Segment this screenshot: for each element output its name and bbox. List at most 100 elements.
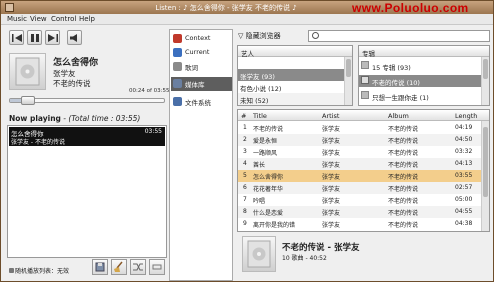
col-artist[interactable]: Artist: [322, 112, 339, 120]
playlist-item[interactable]: 怎么舍得你 03:55 张学友 - 不老的传说: [9, 127, 165, 146]
watermark: www.Poluoluo.com: [352, 1, 469, 15]
track-num: 2: [243, 136, 247, 143]
save-playlist-button[interactable]: [92, 259, 108, 275]
table-row[interactable]: 7 吟唱 张学友 不老的传说 05:00: [238, 194, 483, 206]
menu-bar: Music View Control Help: [1, 14, 493, 25]
album-row[interactable]: 只想一生跟你走 (1): [359, 90, 483, 102]
clear-playlist-button[interactable]: [111, 259, 127, 275]
menu-help[interactable]: Help: [79, 15, 95, 23]
album-label: 不老的传说 (10): [372, 79, 420, 87]
scrollbar-thumb[interactable]: [483, 127, 488, 197]
cd-icon: [361, 91, 369, 99]
menu-control[interactable]: Control: [51, 15, 76, 23]
now-playing-header: Now playing - (Total time : 03:55): [9, 114, 140, 123]
track-title: 花花著年华: [253, 186, 284, 193]
shuffle-label: 随机播放列表：无效: [15, 268, 70, 275]
pause-button[interactable]: [27, 30, 42, 45]
album-row[interactable]: 不老的传说 (10): [359, 75, 483, 87]
artist-row[interactable]: 张学友 (93): [238, 69, 346, 81]
track-artist: 张学友: [322, 222, 341, 229]
track-title: 怎么舍得你: [253, 174, 284, 181]
artists-panel[interactable]: 艺人 张学友 (93) 有色小说 (12) 未知 (52): [237, 45, 353, 106]
broom-icon: [114, 261, 123, 272]
search-input[interactable]: [308, 30, 490, 42]
seek-bar-handle[interactable]: [21, 96, 36, 105]
lyrics-icon: [173, 62, 182, 71]
track-title: 离开你是我的错: [253, 222, 296, 229]
tracks-table[interactable]: # Title Artist Album Length 1 不老的传说 张学友 不老的…: [237, 109, 490, 232]
col-title[interactable]: Title: [253, 112, 267, 120]
table-row[interactable]: 3 一路顺风 张学友 不老的传说 03:32: [238, 146, 483, 158]
track-length: 05:00: [455, 196, 473, 203]
time-display: 00:24 of 03:55: [129, 88, 170, 94]
album-info-title: 不老的传说 - 张学友: [282, 243, 360, 253]
sidebar-item-lyrics[interactable]: 歌词: [171, 60, 232, 73]
table-row[interactable]: 1 不老的传说 张学友 不老的传说 04:19: [238, 122, 483, 134]
artists-header-label: 艺人: [241, 50, 254, 58]
col-num[interactable]: #: [241, 112, 246, 120]
table-row[interactable]: 9 离开你是我的错 张学友 不老的传说 04:38: [238, 218, 483, 230]
shuffle-status[interactable]: 随机播放列表：无效: [9, 266, 69, 275]
artist-row[interactable]: 未知 (52): [238, 93, 346, 105]
sidebar-item-label: Context: [185, 34, 211, 42]
track-artist: 张学友: [322, 210, 341, 217]
next-button[interactable]: [45, 30, 60, 45]
albums-header[interactable]: 专辑: [359, 46, 489, 58]
song-album: 不老的传说: [53, 79, 91, 88]
track-num: 9: [243, 220, 247, 227]
table-row[interactable]: 2 爱是永恒 张学友 不老的传说 04:50: [238, 134, 483, 146]
artists-scrollbar[interactable]: [344, 57, 352, 105]
albums-scrollbar[interactable]: [481, 57, 489, 105]
previous-button[interactable]: [9, 30, 24, 45]
track-title: 酋长: [253, 162, 266, 169]
scrollbar-thumb[interactable]: [483, 59, 488, 79]
sidebar-item-context[interactable]: Context: [171, 32, 232, 45]
sidebar: Context Current 歌词 媒体库 文件系统: [169, 29, 233, 281]
menu-view[interactable]: View: [30, 15, 47, 23]
table-row[interactable]: 5 怎么舍得你 张学友 不老的传说 03:55: [238, 170, 483, 182]
cd-icon: [361, 76, 369, 84]
sidebar-item-filesystem[interactable]: 文件系统: [171, 95, 232, 108]
album-row[interactable]: 15 专辑 (93): [359, 60, 483, 72]
next-icon: [48, 34, 58, 42]
track-length: 04:55: [455, 208, 473, 215]
track-album: 不老的传说: [388, 210, 419, 217]
now-playing-total: - (Total time : 03:55): [60, 114, 141, 123]
sidebar-item-label: 媒体库: [185, 81, 205, 89]
hide-browser-toggle[interactable]: ▽ 隐藏浏览器: [238, 31, 281, 41]
artists-header[interactable]: 艺人: [238, 46, 352, 58]
scrollbar-thumb[interactable]: [346, 59, 351, 77]
albums-panel[interactable]: 专辑 15 专辑 (93) 不老的传说 (10) 只想一生跟你走 (1): [358, 45, 490, 106]
track-num: 7: [243, 196, 247, 203]
track-artist: 张学友: [322, 162, 341, 169]
track-length: 04:38: [455, 220, 473, 227]
track-length: 03:32: [455, 148, 473, 155]
col-length[interactable]: Length: [455, 112, 477, 120]
seek-bar[interactable]: [9, 96, 165, 105]
volume-button[interactable]: [67, 30, 82, 45]
title-bar: Listen : ♪ 怎么舍得你 - 张学友 不老的传说 ♪ www.Poluo…: [1, 1, 493, 15]
window-title: Listen : ♪ 怎么舍得你 - 张学友 不老的传说 ♪: [155, 4, 297, 12]
shuffle-button[interactable]: [130, 259, 146, 275]
track-album: 不老的传说: [388, 174, 419, 181]
table-row[interactable]: 6 花花著年华 张学友 不老的传说 02:57: [238, 182, 483, 194]
track-album: 不老的传说: [388, 150, 419, 157]
track-album: 不老的传说: [388, 126, 419, 133]
repeat-button[interactable]: [149, 259, 165, 275]
artist-label: 有色小说 (12): [240, 85, 282, 93]
app-window: Listen : ♪ 怎么舍得你 - 张学友 不老的传说 ♪ www.Poluo…: [0, 0, 494, 282]
sidebar-item-library[interactable]: 媒体库: [171, 77, 232, 91]
col-album[interactable]: Album: [388, 112, 409, 120]
table-row[interactable]: 8 什么是恋爱 张学友 不老的传说 04:55: [238, 206, 483, 218]
sidebar-item-current[interactable]: Current: [171, 46, 232, 59]
track-num: 5: [243, 172, 247, 179]
album-label: 只想一生跟你走 (1): [372, 94, 429, 102]
track-num: 8: [243, 208, 247, 215]
artist-row[interactable]: 有色小说 (12): [238, 81, 346, 93]
menu-music[interactable]: Music: [7, 15, 27, 23]
triangle-down-icon: ▽: [238, 32, 244, 40]
table-row[interactable]: 4 酋长 张学友 不老的传说 04:13: [238, 158, 483, 170]
track-album: 不老的传说: [388, 198, 419, 205]
playlist[interactable]: 怎么舍得你 03:55 张学友 - 不老的传说: [7, 125, 167, 258]
tracks-scrollbar[interactable]: [481, 121, 489, 231]
